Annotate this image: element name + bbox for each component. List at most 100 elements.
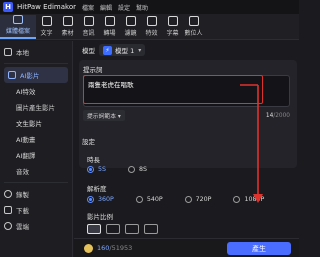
tab-audio[interactable]: 音訊 <box>78 15 99 39</box>
tab-transition[interactable]: 轉場 <box>99 15 120 39</box>
prompt-section: 提示詞 兩隻老虎在唱歌 提示詞範本 ▾ 14/2000 <box>79 60 297 168</box>
subtitle-icon <box>167 16 178 26</box>
model-value: 模型 1 <box>115 47 135 55</box>
credits-used: 160 <box>97 244 110 252</box>
divider <box>4 63 68 64</box>
ratio-option-icon[interactable] <box>87 224 101 234</box>
resolution-option-540p[interactable]: 540P <box>135 196 163 203</box>
folder-icon <box>4 48 12 56</box>
lightning-icon: ⚡ <box>103 45 112 55</box>
duration-option-8s[interactable]: 8S <box>128 166 147 173</box>
sidebar-item-ai-translate[interactable]: AI翻譯 <box>0 147 72 163</box>
prompt-text: 兩隻老虎在唱歌 <box>88 81 134 89</box>
tab-media[interactable]: 媒體檔案 <box>0 15 36 39</box>
option-label: 540P <box>146 196 163 203</box>
sidebar-item-label: 文生影片 <box>16 120 42 128</box>
stock-icon <box>62 16 73 26</box>
avatar-icon <box>188 16 199 26</box>
char-counter: 14/2000 <box>266 113 290 119</box>
sidebar-item-label: 音效 <box>16 168 29 176</box>
effects-icon <box>146 16 157 26</box>
settings-title: 設定 <box>82 138 95 146</box>
chevron-down-icon: ▾ <box>138 46 142 54</box>
aspect-ratio-options <box>87 224 163 234</box>
sidebar-item-label: AI特效 <box>16 88 36 96</box>
tab-label: 字幕 <box>166 30 179 37</box>
sidebar-item-label: AI翻譯 <box>16 152 36 160</box>
option-label: 1080P <box>244 196 265 203</box>
coin-icon <box>84 243 93 253</box>
menu-file[interactable]: 檔案 <box>82 3 94 12</box>
prompt-footer: 提示詞範本 ▾ 14/2000 <box>83 110 290 121</box>
ai-video-icon <box>8 71 16 79</box>
app-logo-icon: H <box>3 2 13 12</box>
text-to-video-panel: 模型 ⚡ 模型 1 ▾ 提示詞 兩隻老虎在唱歌 提示詞範本 ▾ 14/2000 … <box>74 41 299 257</box>
tab-label: 媒體檔案 <box>5 28 30 35</box>
model-label: 模型 <box>82 47 95 55</box>
sidebar-item-text-to-video[interactable]: 文生影片 <box>0 115 72 131</box>
menu-edit[interactable]: 編輯 <box>100 3 112 12</box>
tab-digital-human[interactable]: 數位人 <box>183 15 204 39</box>
sidebar-item-label: 本地 <box>16 49 29 57</box>
generate-button[interactable]: 產生 <box>227 242 291 255</box>
sidebar-item-label: AI影片 <box>20 72 40 80</box>
aspect-ratio-label: 影片比例 <box>87 213 113 221</box>
tab-label: 數位人 <box>184 30 203 37</box>
menu-settings[interactable]: 設定 <box>118 3 130 12</box>
tab-effects[interactable]: 特效 <box>141 15 162 39</box>
duration-label: 時長 <box>87 156 100 164</box>
resolution-options: 360P 540P 720P 1080P <box>87 196 264 203</box>
transition-icon <box>104 16 115 26</box>
generate-label: 產生 <box>252 244 266 253</box>
ratio-option-icon[interactable] <box>106 224 120 234</box>
radio-icon <box>135 196 143 203</box>
app-title: HitPaw Edimakor <box>17 3 76 11</box>
ratio-option-icon[interactable] <box>144 224 158 234</box>
prompt-section-title: 提示詞 <box>83 66 103 74</box>
menu-help[interactable]: 幫助 <box>136 3 148 12</box>
filter-icon <box>125 16 136 26</box>
ratio-option-icon[interactable] <box>125 224 139 234</box>
sidebar: 本地 AI影片 AI特效 圖片產生影片 文生影片 AI動畫 AI翻譯 音效 錄製… <box>0 41 73 257</box>
model-select[interactable]: ⚡ 模型 1 ▾ <box>99 44 146 56</box>
radio-icon <box>128 166 136 173</box>
sidebar-item-image-to-video[interactable]: 圖片產生影片 <box>0 99 72 115</box>
sidebar-item-download[interactable]: 下載 <box>0 202 72 218</box>
resolution-option-1080p[interactable]: 1080P <box>233 196 264 203</box>
credits-total: /51953 <box>109 244 133 252</box>
record-icon <box>4 190 12 198</box>
tab-label: 濾鏡 <box>124 30 137 37</box>
cloud-icon <box>4 222 12 230</box>
sidebar-item-local[interactable]: 本地 <box>0 44 72 60</box>
sidebar-item-ai-video[interactable]: AI影片 <box>4 67 68 83</box>
sidebar-item-label: 錄製 <box>16 191 29 199</box>
download-icon <box>4 206 12 214</box>
tab-label: 素材 <box>61 30 74 37</box>
radio-selected-icon <box>87 166 94 173</box>
tab-label: 特效 <box>145 30 158 37</box>
main-toolbar: 媒體檔案 文字 素材 音訊 轉場 濾鏡 特效 字幕 數位人 <box>0 14 299 40</box>
sidebar-item-record[interactable]: 錄製 <box>0 186 72 202</box>
sidebar-item-ai-effects[interactable]: AI特效 <box>0 83 72 99</box>
tab-filter[interactable]: 濾鏡 <box>120 15 141 39</box>
radio-icon <box>184 196 192 203</box>
duration-option-5s[interactable]: 5S <box>87 166 106 173</box>
resolution-option-360p[interactable]: 360P <box>87 196 114 203</box>
option-label: 720P <box>195 196 212 203</box>
tab-text[interactable]: 文字 <box>36 15 57 39</box>
tab-stock[interactable]: 素材 <box>57 15 78 39</box>
prompt-template-button[interactable]: 提示詞範本 ▾ <box>83 110 125 121</box>
duration-options: 5S 8S <box>87 166 169 173</box>
tab-label: 轉場 <box>103 30 116 37</box>
sidebar-item-sound-effects[interactable]: 音效 <box>0 163 72 179</box>
prompt-input[interactable]: 兩隻老虎在唱歌 <box>83 75 290 107</box>
sidebar-item-ai-animation[interactable]: AI動畫 <box>0 131 72 147</box>
option-label: 5S <box>98 166 107 173</box>
sidebar-item-label: 雲端 <box>16 223 29 231</box>
media-icon <box>13 15 23 24</box>
resolution-option-720p[interactable]: 720P <box>184 196 212 203</box>
char-count-max: /2000 <box>273 112 290 119</box>
tab-subtitle[interactable]: 字幕 <box>162 15 183 39</box>
radio-selected-icon <box>87 196 94 203</box>
sidebar-item-cloud[interactable]: 雲端 <box>0 218 72 234</box>
